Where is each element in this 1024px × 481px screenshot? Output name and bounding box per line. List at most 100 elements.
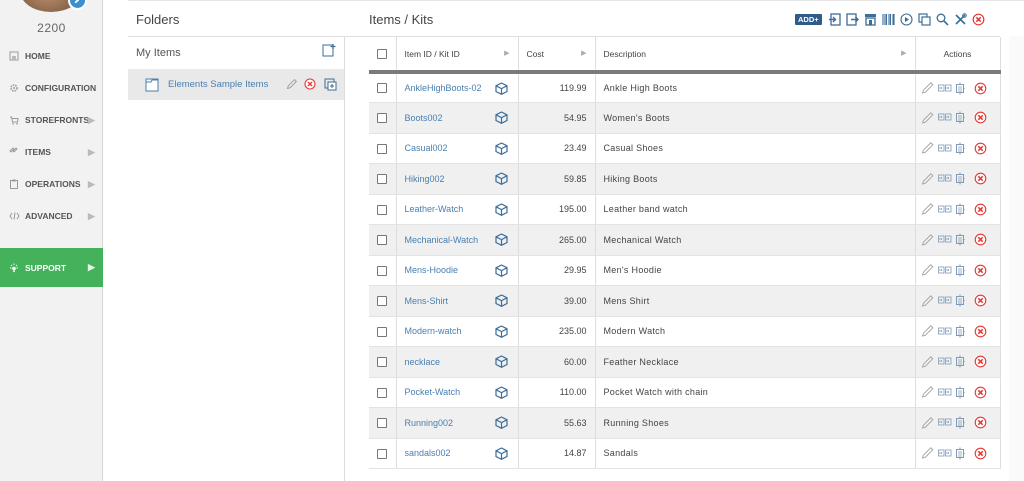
- sort-icon[interactable]: ▶: [581, 49, 586, 57]
- edit-icon[interactable]: [921, 446, 935, 460]
- item-id-link[interactable]: Mechanical-Watch: [405, 235, 479, 245]
- item-id-link[interactable]: sandals002: [405, 448, 451, 458]
- barcode-icon[interactable]: [937, 324, 952, 338]
- delete-icon[interactable]: [974, 141, 987, 155]
- barcode-icon[interactable]: [937, 294, 952, 308]
- cube-icon[interactable]: [494, 111, 508, 126]
- cube-icon[interactable]: [494, 172, 508, 187]
- edit-icon[interactable]: [921, 355, 935, 369]
- nav-item-configuration[interactable]: CONFIGURATION: [0, 72, 103, 104]
- table-row[interactable]: Leather-Watch 195.00 Leather band watch: [369, 194, 1001, 225]
- row-checkbox[interactable]: [377, 448, 388, 459]
- barcode-icon[interactable]: [937, 263, 952, 277]
- nav-item-support[interactable]: SUPPORT ▶: [0, 248, 103, 287]
- inventory-icon[interactable]: [955, 294, 965, 308]
- edit-icon[interactable]: [921, 141, 935, 155]
- edit-icon[interactable]: [921, 324, 935, 338]
- cube-icon[interactable]: [494, 82, 508, 97]
- edit-icon[interactable]: [921, 416, 935, 430]
- table-row[interactable]: necklace 60.00 Feather Necklace: [369, 346, 1001, 378]
- barcode-icon[interactable]: [937, 172, 952, 186]
- inventory-icon[interactable]: [955, 233, 965, 247]
- import-icon[interactable]: [827, 12, 842, 27]
- delete-icon[interactable]: [974, 202, 987, 216]
- item-id-link[interactable]: Mens-Shirt: [405, 296, 449, 306]
- nav-item-storefronts[interactable]: STOREFRONTS ▶: [0, 104, 103, 136]
- inventory-icon[interactable]: [955, 111, 965, 125]
- folder-name[interactable]: Elements Sample Items: [168, 79, 268, 90]
- table-row[interactable]: sandals002 14.87 Sandals: [369, 438, 1001, 469]
- edit-icon[interactable]: [921, 172, 935, 186]
- edit-icon[interactable]: [921, 202, 935, 216]
- play-icon[interactable]: [899, 12, 914, 27]
- sort-icon[interactable]: ▶: [504, 49, 509, 57]
- delete-icon[interactable]: [974, 385, 987, 399]
- barcode-icon[interactable]: [881, 12, 896, 27]
- cube-icon[interactable]: [494, 141, 508, 157]
- row-checkbox[interactable]: [377, 296, 388, 307]
- inventory-icon[interactable]: [955, 263, 965, 277]
- folder-item[interactable]: Elements Sample Items: [128, 69, 344, 100]
- item-id-link[interactable]: Hiking002: [405, 174, 445, 184]
- tools-icon[interactable]: [953, 12, 968, 27]
- delete-icon[interactable]: [974, 233, 987, 247]
- row-checkbox[interactable]: [377, 418, 388, 429]
- inventory-icon[interactable]: [955, 446, 965, 460]
- row-checkbox[interactable]: [377, 113, 388, 124]
- table-row[interactable]: Boots002 54.95 Women's Boots: [369, 102, 1001, 134]
- close-icon[interactable]: [971, 12, 986, 27]
- edit-icon[interactable]: [921, 233, 935, 247]
- search-icon[interactable]: [935, 12, 950, 27]
- barcode-icon[interactable]: [937, 111, 952, 125]
- edit-folder-icon[interactable]: [285, 77, 299, 91]
- barcode-icon[interactable]: [937, 81, 952, 95]
- table-row[interactable]: Mens-Hoodie 29.95 Men's Hoodie: [369, 255, 1001, 286]
- delete-icon[interactable]: [974, 263, 987, 277]
- table-row[interactable]: Casual002 23.49 Casual Shoes: [369, 133, 1001, 164]
- barcode-icon[interactable]: [937, 141, 952, 155]
- inventory-icon[interactable]: [955, 416, 965, 430]
- row-checkbox[interactable]: [377, 265, 388, 276]
- barcode-icon[interactable]: [937, 446, 952, 460]
- edit-icon[interactable]: [921, 81, 935, 95]
- cube-icon[interactable]: [494, 446, 508, 462]
- barcode-icon[interactable]: [937, 416, 952, 430]
- cube-icon[interactable]: [494, 385, 508, 401]
- inventory-icon[interactable]: [955, 385, 965, 399]
- inventory-icon[interactable]: [955, 324, 965, 338]
- delete-icon[interactable]: [974, 446, 987, 460]
- nav-item-home[interactable]: HOME: [0, 40, 103, 72]
- delete-icon[interactable]: [974, 172, 987, 186]
- item-id-link[interactable]: Running002: [405, 418, 454, 428]
- select-all-checkbox[interactable]: [377, 48, 388, 59]
- barcode-icon[interactable]: [937, 355, 952, 369]
- cube-icon[interactable]: [494, 233, 508, 248]
- item-id-link[interactable]: necklace: [405, 357, 441, 367]
- item-id-link[interactable]: Modern-watch: [405, 326, 462, 336]
- cube-icon[interactable]: [494, 202, 508, 218]
- edit-icon[interactable]: [921, 385, 935, 399]
- item-id-link[interactable]: Leather-Watch: [405, 204, 464, 214]
- table-row[interactable]: Hiking002 59.85 Hiking Boots: [369, 163, 1001, 195]
- row-checkbox[interactable]: [377, 235, 388, 246]
- cube-icon[interactable]: [494, 355, 508, 370]
- add-item-button[interactable]: ADD+: [795, 13, 822, 25]
- folder-settings-icon[interactable]: [323, 77, 337, 91]
- row-checkbox[interactable]: [377, 357, 388, 368]
- table-row[interactable]: Mens-Shirt 39.00 Mens Shirt: [369, 285, 1001, 317]
- copy-icon[interactable]: [917, 12, 932, 27]
- item-id-link[interactable]: Pocket-Watch: [405, 387, 461, 397]
- item-id-link[interactable]: Mens-Hoodie: [405, 265, 459, 275]
- barcode-icon[interactable]: [937, 202, 952, 216]
- cube-icon[interactable]: [494, 294, 508, 309]
- row-checkbox[interactable]: [377, 387, 388, 398]
- delete-folder-icon[interactable]: [303, 77, 317, 91]
- inventory-icon[interactable]: [955, 172, 965, 186]
- edit-avatar-icon[interactable]: [68, 0, 87, 10]
- cube-icon[interactable]: [494, 324, 508, 340]
- edit-icon[interactable]: [921, 263, 935, 277]
- item-id-link[interactable]: Boots002: [405, 113, 443, 123]
- delete-icon[interactable]: [974, 355, 987, 369]
- edit-icon[interactable]: [921, 111, 935, 125]
- cube-icon[interactable]: [494, 416, 508, 431]
